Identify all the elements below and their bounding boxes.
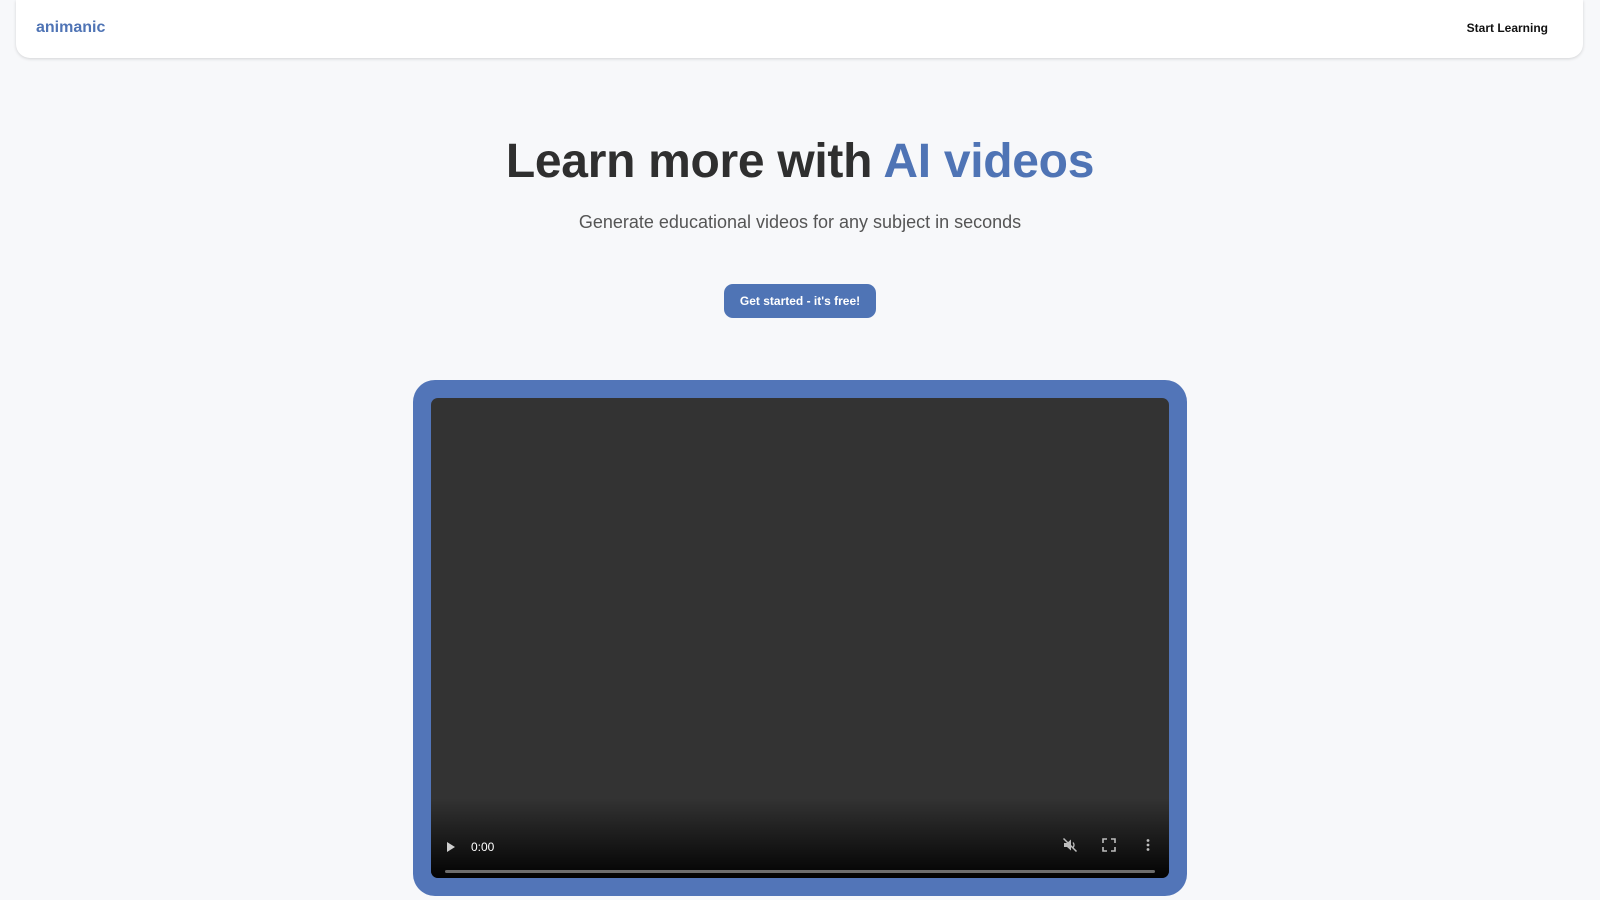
start-learning-link[interactable]: Start Learning <box>1467 21 1548 35</box>
fullscreen-icon[interactable] <box>1102 838 1116 852</box>
video-controls: 0:00 <box>431 818 1169 878</box>
headline-accent: AI videos <box>883 135 1095 188</box>
video-time: 0:00 <box>471 840 495 854</box>
play-icon[interactable] <box>447 842 455 852</box>
video-progress-bar[interactable] <box>445 870 1155 873</box>
headline-main: Learn more with <box>505 135 884 188</box>
brand-logo[interactable]: animanic <box>36 19 105 37</box>
hero-subtitle: Generate educational videos for any subj… <box>578 212 1022 232</box>
top-navbar: animanic Start Learning <box>16 0 1583 58</box>
mute-icon[interactable] <box>1062 837 1078 853</box>
hero-headline: Learn more with AI videos <box>0 134 1600 189</box>
more-options-icon[interactable] <box>1141 838 1155 852</box>
get-started-button[interactable]: Get started - it's free! <box>724 284 876 318</box>
video-frame: 0:00 <box>413 380 1187 896</box>
video-player[interactable]: 0:00 <box>431 398 1169 878</box>
